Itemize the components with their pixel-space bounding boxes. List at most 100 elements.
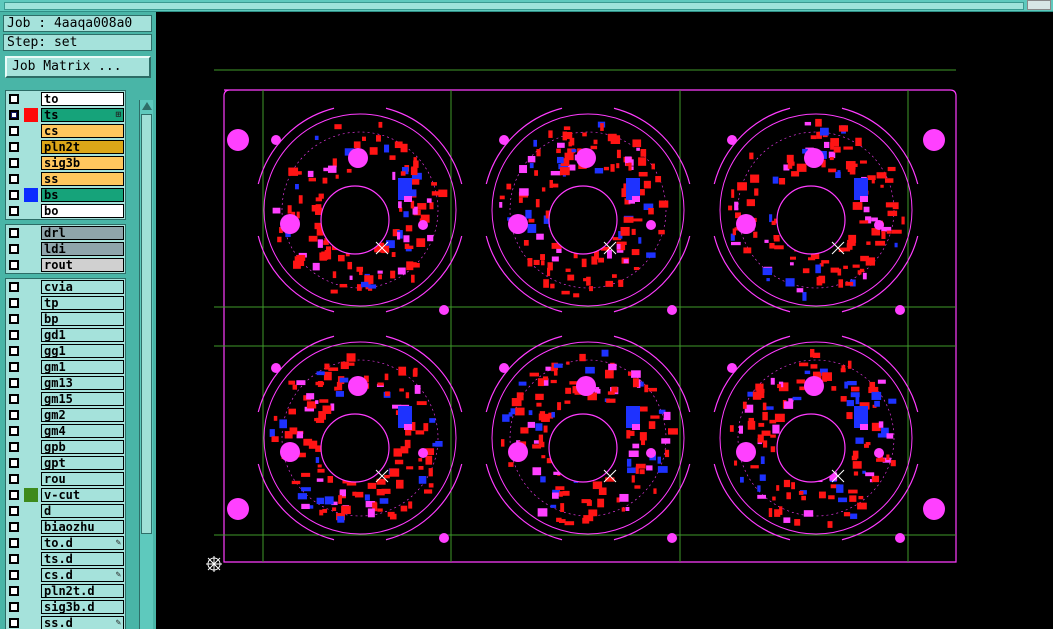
layer-name-label[interactable]: tp bbox=[41, 296, 124, 310]
layer-name-label[interactable]: gg1 bbox=[41, 344, 124, 358]
layer-affected-checkbox[interactable] bbox=[9, 282, 19, 292]
layer-row-bo[interactable]: bo bbox=[6, 203, 125, 219]
layer-affected-checkbox[interactable] bbox=[9, 346, 19, 356]
layer-affected-checkbox[interactable] bbox=[9, 244, 19, 254]
layer-name-label[interactable]: bp bbox=[41, 312, 124, 326]
layer-affected-checkbox[interactable] bbox=[9, 378, 19, 388]
layer-affected-checkbox[interactable] bbox=[9, 442, 19, 452]
layer-row-gm4[interactable]: gm4 bbox=[6, 423, 125, 439]
layer-display-color-box[interactable] bbox=[24, 172, 38, 186]
layer-name-label[interactable]: pln2t bbox=[41, 140, 124, 154]
layer-name-label[interactable]: rout bbox=[41, 258, 124, 272]
layer-display-color-box[interactable] bbox=[24, 280, 38, 294]
layer-affected-checkbox[interactable] bbox=[9, 458, 19, 468]
layer-row-rout[interactable]: rout bbox=[6, 257, 125, 273]
layer-affected-checkbox[interactable] bbox=[9, 260, 19, 270]
layer-row-to[interactable]: to bbox=[6, 91, 125, 107]
layer-row-gm13[interactable]: gm13 bbox=[6, 375, 125, 391]
layer-affected-checkbox[interactable] bbox=[9, 158, 19, 168]
layer-display-color-box[interactable] bbox=[24, 156, 38, 170]
layer-display-color-box[interactable] bbox=[24, 424, 38, 438]
layer-name-label[interactable]: ts.d bbox=[41, 552, 124, 566]
layer-name-label[interactable]: gpb bbox=[41, 440, 124, 454]
toolbar-scroll-knob[interactable] bbox=[1027, 0, 1051, 10]
layer-affected-checkbox[interactable] bbox=[9, 228, 19, 238]
layer-name-label[interactable]: sig3b.d bbox=[41, 600, 124, 614]
layer-affected-checkbox[interactable] bbox=[9, 314, 19, 324]
layer-affected-checkbox[interactable] bbox=[9, 570, 19, 580]
layer-display-color-box[interactable] bbox=[24, 108, 38, 122]
layer-display-color-box[interactable] bbox=[24, 226, 38, 240]
layer-display-color-box[interactable] bbox=[24, 242, 38, 256]
toolbar-scroll-track[interactable] bbox=[4, 2, 1024, 10]
layer-affected-checkbox[interactable] bbox=[9, 538, 19, 548]
layer-display-color-box[interactable] bbox=[24, 408, 38, 422]
layer-name-label[interactable]: to.d ✎ bbox=[41, 536, 124, 550]
layer-row-gm2[interactable]: gm2 bbox=[6, 407, 125, 423]
layer-row-gd1[interactable]: gd1 bbox=[6, 327, 125, 343]
layer-affected-checkbox[interactable] bbox=[9, 190, 19, 200]
layer-name-label[interactable]: gpt bbox=[41, 456, 124, 470]
layer-name-label[interactable]: gd1 bbox=[41, 328, 124, 342]
layer-row-sig3b.d[interactable]: sig3b.d bbox=[6, 599, 125, 615]
layer-affected-checkbox[interactable] bbox=[9, 474, 19, 484]
layer-affected-checkbox[interactable] bbox=[9, 298, 19, 308]
layer-row-ts.d[interactable]: ts.d bbox=[6, 551, 125, 567]
layer-affected-checkbox[interactable] bbox=[9, 174, 19, 184]
layer-affected-checkbox[interactable] bbox=[9, 618, 19, 628]
layer-row-cs[interactable]: cs bbox=[6, 123, 125, 139]
layer-row-pln2t.d[interactable]: pln2t.d bbox=[6, 583, 125, 599]
layer-display-color-box[interactable] bbox=[24, 600, 38, 614]
layer-row-tp[interactable]: tp bbox=[6, 295, 125, 311]
layer-display-color-box[interactable] bbox=[24, 520, 38, 534]
layer-display-color-box[interactable] bbox=[24, 188, 38, 202]
layer-display-color-box[interactable] bbox=[24, 488, 38, 502]
layer-row-gpt[interactable]: gpt bbox=[6, 455, 125, 471]
layer-name-label[interactable]: gm2 bbox=[41, 408, 124, 422]
layer-display-color-box[interactable] bbox=[24, 124, 38, 138]
layer-display-color-box[interactable] bbox=[24, 504, 38, 518]
layer-display-color-box[interactable] bbox=[24, 552, 38, 566]
layer-display-color-box[interactable] bbox=[24, 536, 38, 550]
layer-name-label[interactable]: bo bbox=[41, 204, 124, 218]
layer-row-gm15[interactable]: gm15 bbox=[6, 391, 125, 407]
layer-affected-checkbox[interactable] bbox=[9, 602, 19, 612]
layer-row-ss[interactable]: ss bbox=[6, 171, 125, 187]
layer-display-color-box[interactable] bbox=[24, 456, 38, 470]
layer-affected-checkbox[interactable] bbox=[9, 330, 19, 340]
layer-name-label[interactable]: rou bbox=[41, 472, 124, 486]
layer-affected-checkbox[interactable] bbox=[9, 110, 19, 120]
layer-affected-checkbox[interactable] bbox=[9, 410, 19, 420]
layer-name-label[interactable]: d bbox=[41, 504, 124, 518]
layer-affected-checkbox[interactable] bbox=[9, 506, 19, 516]
layer-name-label[interactable]: ss.d ✎ bbox=[41, 616, 124, 629]
layer-row-ldi[interactable]: ldi bbox=[6, 241, 125, 257]
layer-affected-checkbox[interactable] bbox=[9, 94, 19, 104]
layer-display-color-box[interactable] bbox=[24, 392, 38, 406]
layer-display-color-box[interactable] bbox=[24, 376, 38, 390]
layer-display-color-box[interactable] bbox=[24, 140, 38, 154]
layer-affected-checkbox[interactable] bbox=[9, 554, 19, 564]
layer-name-label[interactable]: ts ⊞ bbox=[41, 108, 124, 122]
layer-display-color-box[interactable] bbox=[24, 328, 38, 342]
job-matrix-button[interactable]: Job Matrix ... bbox=[5, 56, 151, 78]
layer-affected-checkbox[interactable] bbox=[9, 426, 19, 436]
layer-row-bp[interactable]: bp bbox=[6, 311, 125, 327]
layer-display-color-box[interactable] bbox=[24, 258, 38, 272]
layer-name-label[interactable]: cs bbox=[41, 124, 124, 138]
layer-row-sig3b[interactable]: sig3b bbox=[6, 155, 125, 171]
layer-name-label[interactable]: gm15 bbox=[41, 392, 124, 406]
layer-row-ts[interactable]: ts ⊞ bbox=[6, 107, 125, 123]
layer-name-label[interactable]: v-cut bbox=[41, 488, 124, 502]
layer-name-label[interactable]: sig3b bbox=[41, 156, 124, 170]
layer-affected-checkbox[interactable] bbox=[9, 522, 19, 532]
layer-name-label[interactable]: pln2t.d bbox=[41, 584, 124, 598]
layer-row-gg1[interactable]: gg1 bbox=[6, 343, 125, 359]
scroll-up-arrow-icon[interactable] bbox=[142, 102, 152, 110]
layer-row-gpb[interactable]: gpb bbox=[6, 439, 125, 455]
layer-affected-checkbox[interactable] bbox=[9, 394, 19, 404]
layer-affected-checkbox[interactable] bbox=[9, 206, 19, 216]
layer-row-bs[interactable]: bs bbox=[6, 187, 125, 203]
layer-row-gm1[interactable]: gm1 bbox=[6, 359, 125, 375]
layer-name-label[interactable]: ss bbox=[41, 172, 124, 186]
